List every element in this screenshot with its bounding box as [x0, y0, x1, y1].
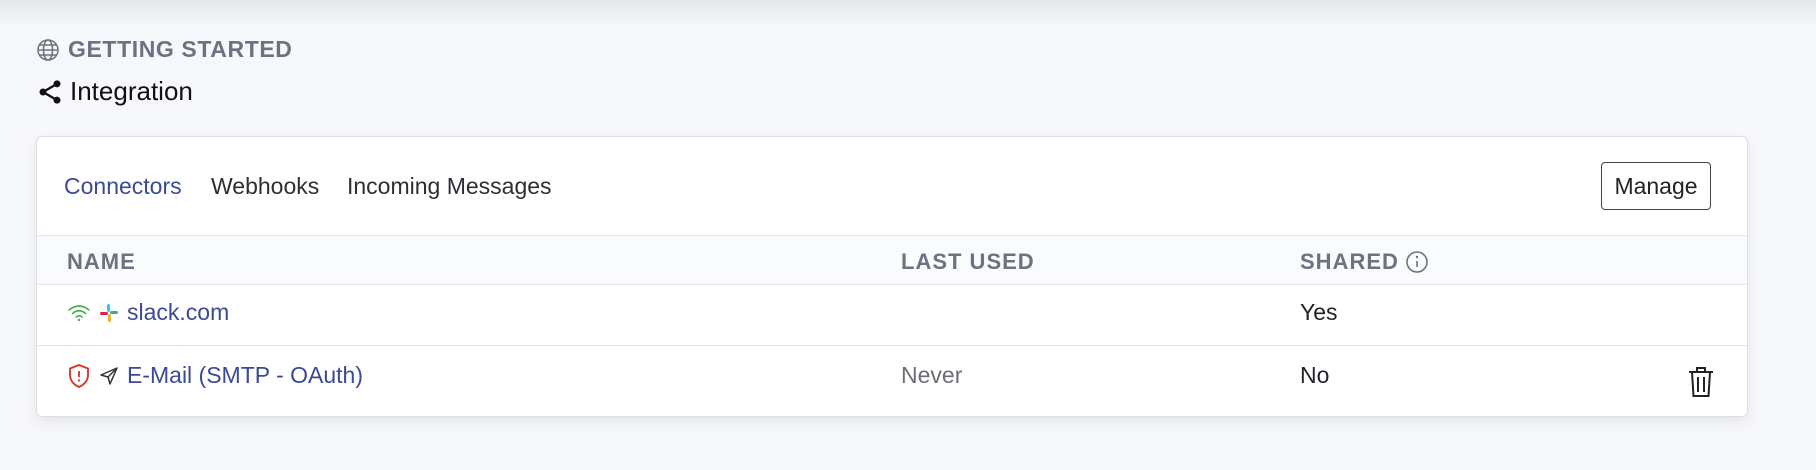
- shared-cell: No: [1300, 362, 1330, 388]
- column-header-shared-label: SHARED: [1300, 249, 1399, 274]
- globe-icon: [37, 38, 59, 61]
- connectors-card: Connectors Webhooks Incoming Messages Ma…: [36, 136, 1748, 417]
- table-row[interactable]: slack.com Yes: [37, 285, 1747, 346]
- section-label: GETTING STARTED: [36, 36, 293, 63]
- column-header-last-used: LAST USED: [901, 249, 1035, 274]
- section-label-text: GETTING STARTED: [68, 36, 293, 62]
- table-header: NAME LAST USED SHARED: [37, 236, 1747, 285]
- info-icon[interactable]: [1405, 250, 1429, 274]
- header-shadow: [0, 0, 1816, 28]
- column-header-shared: SHARED: [1300, 249, 1429, 275]
- page-title-text: Integration: [70, 76, 193, 106]
- connector-name-link[interactable]: slack.com: [127, 299, 229, 326]
- paper-plane-icon: [100, 366, 118, 385]
- manage-button[interactable]: Manage: [1601, 162, 1711, 210]
- tab-connectors[interactable]: Connectors: [64, 173, 182, 200]
- tab-webhooks[interactable]: Webhooks: [211, 173, 319, 200]
- trash-icon[interactable]: [1685, 365, 1717, 399]
- page-title: Integration: [36, 76, 193, 107]
- shield-alert-icon: [69, 363, 89, 388]
- column-header-name: NAME: [67, 249, 136, 274]
- wifi-icon: [68, 304, 90, 321]
- last-used-cell: Never: [901, 362, 963, 388]
- share-icon: [39, 79, 61, 104]
- tab-bar: Connectors Webhooks Incoming Messages Ma…: [37, 137, 1747, 236]
- table-row[interactable]: E-Mail (SMTP - OAuth) Never No: [37, 346, 1747, 416]
- slack-icon: [100, 303, 118, 322]
- connector-name-link[interactable]: E-Mail (SMTP - OAuth): [127, 362, 363, 389]
- name-cell: slack.com: [67, 299, 229, 326]
- shared-cell: Yes: [1300, 299, 1338, 325]
- name-cell: E-Mail (SMTP - OAuth): [67, 362, 363, 389]
- tab-incoming-messages[interactable]: Incoming Messages: [347, 173, 552, 200]
